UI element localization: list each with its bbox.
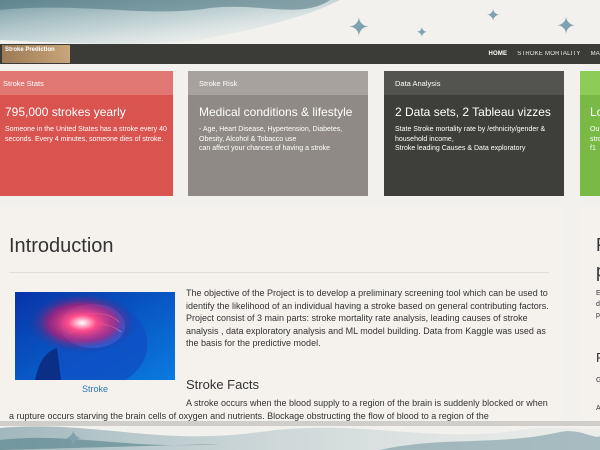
- sparkle-icon: ✦: [486, 6, 501, 25]
- nav-more[interactable]: MA: [591, 51, 600, 57]
- side-text: p: [596, 261, 600, 282]
- intro-text: The objective of the Project is to devel…: [186, 287, 551, 350]
- card-title: 2 Data sets, 2 Tableau vizzes: [395, 105, 551, 119]
- card-data-analysis: Data Analysis 2 Data sets, 2 Tableau viz…: [384, 71, 564, 196]
- card-text: - Age, Heart Disease, Hypertension, Diab…: [199, 126, 343, 153]
- card-header: [580, 71, 600, 95]
- nav-stroke-mortality[interactable]: STROKE MORTALITY: [517, 51, 580, 57]
- card-stroke-stats: Stroke Stats 795,000 strokes yearly Some…: [0, 71, 173, 196]
- card-text: Someone in the United States has a strok…: [5, 126, 167, 143]
- stroke-brain-image: [15, 292, 175, 380]
- intro-heading: Introduction: [9, 235, 114, 257]
- sparkle-icon: ✦: [416, 24, 428, 40]
- intro-panel: Introduction Stroke The objective of the…: [0, 205, 565, 421]
- card-title: Medical conditions & lifestyle: [199, 105, 353, 119]
- nav-home[interactable]: HOME: [488, 51, 507, 57]
- side-panel-partial: F p E d p R G A: [580, 205, 600, 421]
- side-text: A: [596, 405, 600, 412]
- side-text: F: [596, 235, 600, 256]
- image-caption-link[interactable]: Stroke: [15, 384, 175, 394]
- horizontal-scrollbar[interactable]: [0, 421, 600, 426]
- card-header: Data Analysis: [384, 71, 564, 95]
- card-text: State Stroke mortality rate by /ethnicit…: [395, 126, 546, 153]
- side-text: G: [596, 377, 600, 384]
- intro-paragraph-1: The objective of the Project is to devel…: [186, 288, 549, 311]
- intro-paragraph-2: Project consist of 3 main parts: stroke …: [186, 313, 546, 349]
- brand-logo[interactable]: Stroke Prediction: [2, 45, 70, 63]
- sparkle-icon: ✦: [556, 13, 577, 40]
- side-text: p: [596, 312, 600, 319]
- sparkle-icon: ✦: [348, 12, 370, 42]
- stroke-facts-text: A stroke occurs when the blood supply to…: [9, 398, 548, 421]
- card-stroke-risk: Stroke Risk Medical conditions & lifesty…: [188, 71, 368, 196]
- card-title: Lo: [590, 105, 600, 119]
- card-partial: Lo Ou stro f1: [580, 71, 600, 196]
- stroke-facts-heading: Stroke Facts: [186, 377, 259, 392]
- card-header: Stroke Stats: [0, 71, 173, 95]
- card-text: Ou stro f1: [590, 126, 600, 153]
- divider: [9, 272, 549, 273]
- side-text: E: [596, 290, 600, 297]
- sparkle-icon: ✦: [64, 426, 83, 450]
- navbar: Stroke Prediction HOME STROKE MORTALITY …: [0, 44, 600, 64]
- nav-links: HOME STROKE MORTALITY MA: [488, 44, 600, 64]
- side-text: R: [596, 350, 600, 365]
- card-header: Stroke Risk: [188, 71, 368, 95]
- side-text: d: [596, 301, 600, 308]
- card-title: 795,000 strokes yearly: [5, 105, 126, 119]
